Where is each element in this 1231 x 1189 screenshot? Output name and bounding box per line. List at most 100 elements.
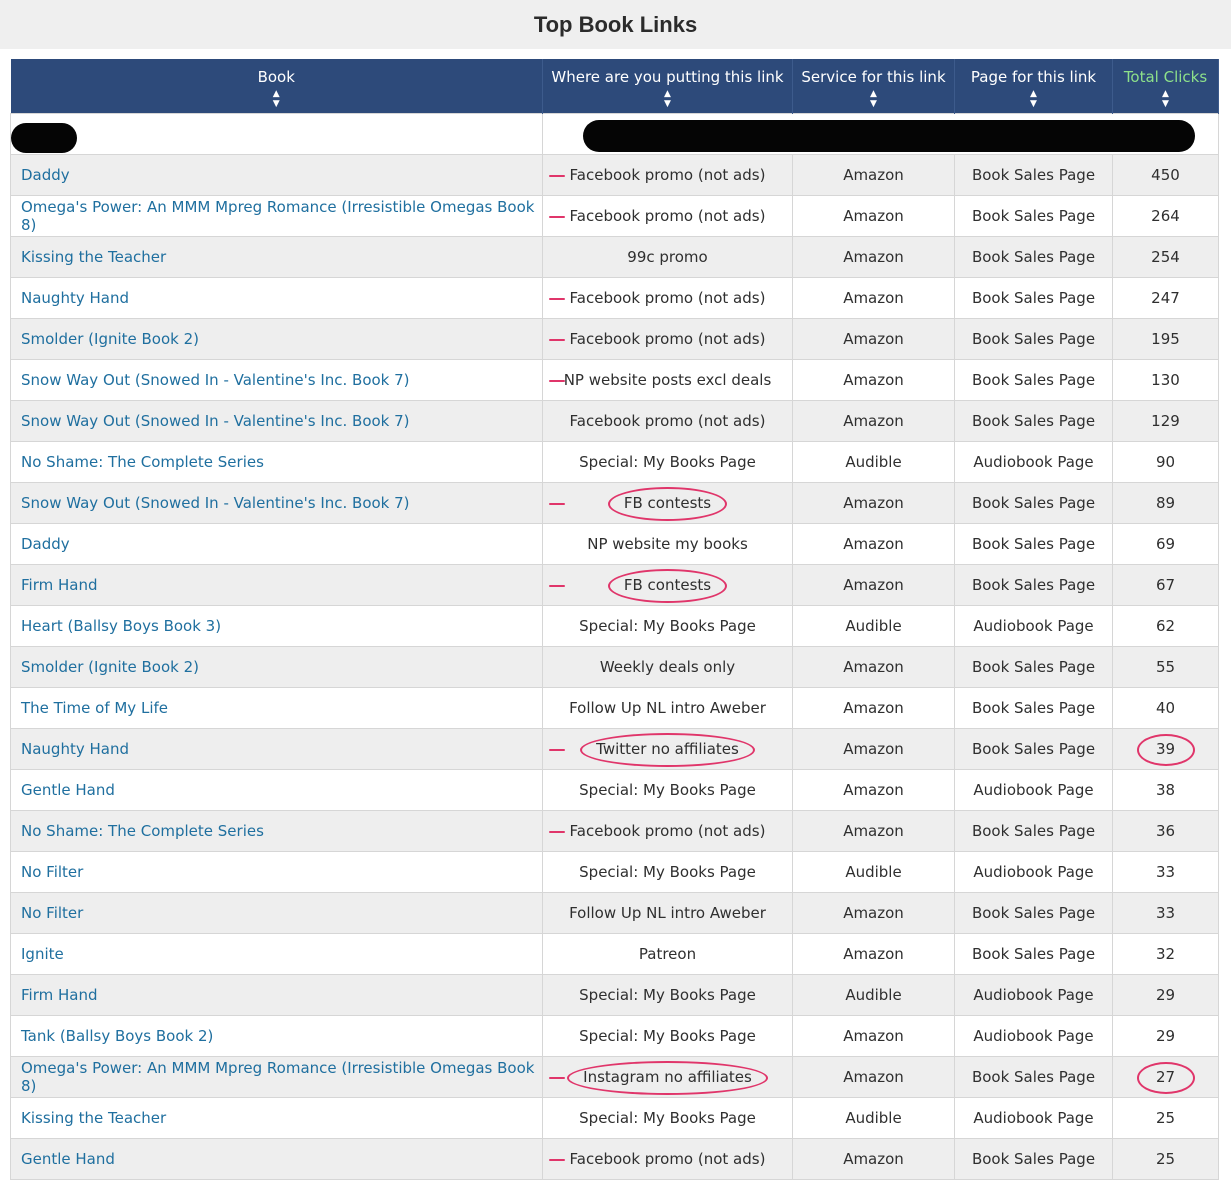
- service-cell: Amazon: [792, 195, 955, 237]
- book-link[interactable]: No Filter: [21, 863, 83, 881]
- book-link[interactable]: Omega's Power: An MMM Mpreg Romance (Irr…: [21, 198, 534, 234]
- table-row: No Shame: The Complete Series Special: My…: [10, 441, 1219, 483]
- page-cell: Book Sales Page: [954, 482, 1113, 524]
- service-cell-text: Amazon: [843, 371, 904, 389]
- where-cell-text: Special: My Books Page: [579, 617, 756, 635]
- book-cell: Firm Hand: [10, 974, 543, 1016]
- book-cell: No Filter: [10, 851, 543, 893]
- service-cell: Amazon: [792, 154, 955, 196]
- table-row: The Time of My Life Follow Up NL intro Aw…: [10, 687, 1219, 729]
- book-cell: Gentle Hand: [10, 769, 543, 811]
- service-cell: Amazon: [792, 523, 955, 565]
- page-cell-text: Book Sales Page: [971, 289, 1096, 307]
- annotation-dash: [549, 749, 565, 751]
- where-cell: Facebook promo (not ads): [542, 1138, 793, 1180]
- page-cell: Audiobook Page: [954, 605, 1113, 647]
- service-cell: Amazon: [792, 728, 955, 770]
- book-link[interactable]: Naughty Hand: [21, 740, 129, 758]
- table-row: No Filter Special: My Books Page Audible Au…: [10, 851, 1219, 893]
- clicks-cell-text: 55: [1155, 658, 1176, 676]
- where-cell: Special: My Books Page: [542, 851, 793, 893]
- book-link[interactable]: Tank (Ballsy Boys Book 2): [21, 1027, 213, 1045]
- clicks-cell-text: 247: [1151, 289, 1180, 307]
- sort-updown-icon[interactable]: ▲ ▼: [1113, 89, 1218, 109]
- book-link[interactable]: The Time of My Life: [21, 699, 168, 717]
- page-cell-text: Audiobook Page: [973, 863, 1094, 881]
- book-link[interactable]: Daddy: [21, 166, 70, 184]
- sort-updown-icon[interactable]: ▲ ▼: [11, 89, 543, 109]
- book-link[interactable]: Snow Way Out (Snowed In - Valentine's In…: [21, 494, 410, 512]
- where-cell: Instagram no affiliates: [542, 1056, 793, 1098]
- book-cell: Heart (Ballsy Boys Book 3): [10, 605, 543, 647]
- table-row: Firm Hand FB contests Amazon Book Sales Pag…: [10, 564, 1219, 606]
- service-cell-text: Amazon: [843, 658, 904, 676]
- title-bar: Top Book Links: [0, 0, 1231, 49]
- clicks-cell-text: 129: [1151, 412, 1180, 430]
- table-row: Daddy Facebook promo (not ads) Amazon Book …: [10, 154, 1219, 196]
- column-header-where[interactable]: Where are you putting this link ▲ ▼: [542, 59, 793, 114]
- clicks-cell-text: 27: [1155, 1068, 1176, 1086]
- column-header-total-clicks[interactable]: Total Clicks ▲ ▼: [1112, 59, 1219, 114]
- where-cell-text: Weekly deals only: [599, 658, 736, 676]
- column-header-book[interactable]: Book ▲ ▼: [10, 59, 543, 114]
- clicks-cell: 89: [1112, 482, 1219, 524]
- where-cell: Special: My Books Page: [542, 769, 793, 811]
- column-header-label: Page for this link: [970, 67, 1097, 86]
- book-link[interactable]: Gentle Hand: [21, 1150, 115, 1168]
- book-link[interactable]: Smolder (Ignite Book 2): [21, 330, 199, 348]
- book-link[interactable]: Kissing the Teacher: [21, 1109, 166, 1127]
- book-link[interactable]: Smolder (Ignite Book 2): [21, 658, 199, 676]
- book-link[interactable]: Firm Hand: [21, 576, 98, 594]
- book-link[interactable]: Snow Way Out (Snowed In - Valentine's In…: [21, 371, 410, 389]
- clicks-cell: 129: [1112, 400, 1219, 442]
- service-cell-text: Audible: [845, 1109, 902, 1127]
- column-header-service[interactable]: Service for this link ▲ ▼: [792, 59, 955, 114]
- page-cell-text: Audiobook Page: [973, 617, 1094, 635]
- service-cell: Amazon: [792, 892, 955, 934]
- page-cell: Book Sales Page: [954, 728, 1113, 770]
- where-cell: Facebook promo (not ads): [542, 154, 793, 196]
- sort-updown-icon[interactable]: ▲ ▼: [793, 89, 954, 109]
- page-cell-text: Book Sales Page: [971, 535, 1096, 553]
- book-link[interactable]: Ignite: [21, 945, 64, 963]
- book-link[interactable]: No Shame: The Complete Series: [21, 822, 264, 840]
- where-cell: NP website my books: [542, 523, 793, 565]
- where-cell: Patreon: [542, 933, 793, 975]
- where-cell: Special: My Books Page: [542, 605, 793, 647]
- clicks-cell-text: 29: [1155, 1027, 1176, 1045]
- book-link[interactable]: No Shame: The Complete Series: [21, 453, 264, 471]
- book-link[interactable]: Firm Hand: [21, 986, 98, 1004]
- table-row: No Filter Follow Up NL intro Aweber Amazon…: [10, 892, 1219, 934]
- book-link[interactable]: Gentle Hand: [21, 781, 115, 799]
- book-link[interactable]: Snow Way Out (Snowed In - Valentine's In…: [21, 412, 410, 430]
- sort-updown-icon[interactable]: ▲ ▼: [543, 89, 792, 109]
- book-link[interactable]: Kissing the Teacher: [21, 248, 166, 266]
- column-header-label: Total Clicks: [1123, 67, 1208, 86]
- book-link[interactable]: No Filter: [21, 904, 83, 922]
- clicks-cell-text: 33: [1155, 863, 1176, 881]
- clicks-cell-text: 130: [1151, 371, 1180, 389]
- links-table: Book ▲ ▼ Where are you putting this link …: [10, 59, 1219, 1180]
- service-cell: Amazon: [792, 564, 955, 606]
- service-cell-text: Amazon: [843, 904, 904, 922]
- page-cell: Book Sales Page: [954, 1138, 1113, 1180]
- page-cell-text: Book Sales Page: [971, 576, 1096, 594]
- sort-updown-icon[interactable]: ▲ ▼: [955, 89, 1112, 109]
- book-link[interactable]: Naughty Hand: [21, 289, 129, 307]
- clicks-cell-text: 39: [1155, 740, 1176, 758]
- page-cell: Audiobook Page: [954, 769, 1113, 811]
- column-header-page[interactable]: Page for this link ▲ ▼: [954, 59, 1113, 114]
- book-cell: Kissing the Teacher: [10, 236, 543, 278]
- annotation-dash: [549, 503, 565, 505]
- book-link[interactable]: Omega's Power: An MMM Mpreg Romance (Irr…: [21, 1059, 534, 1095]
- table-row: Smolder (Ignite Book 2) Weekly deals only…: [10, 646, 1219, 688]
- page-cell-text: Book Sales Page: [971, 1150, 1096, 1168]
- book-link[interactable]: Daddy: [21, 535, 70, 553]
- book-cell: No Shame: The Complete Series: [10, 810, 543, 852]
- table-row: Daddy NP website my books Amazon Book Sales…: [10, 523, 1219, 565]
- where-cell-text: Special: My Books Page: [579, 453, 756, 471]
- where-cell: Facebook promo (not ads): [542, 400, 793, 442]
- page-cell-text: Audiobook Page: [973, 1109, 1094, 1127]
- book-link[interactable]: Heart (Ballsy Boys Book 3): [21, 617, 221, 635]
- service-cell: Amazon: [792, 769, 955, 811]
